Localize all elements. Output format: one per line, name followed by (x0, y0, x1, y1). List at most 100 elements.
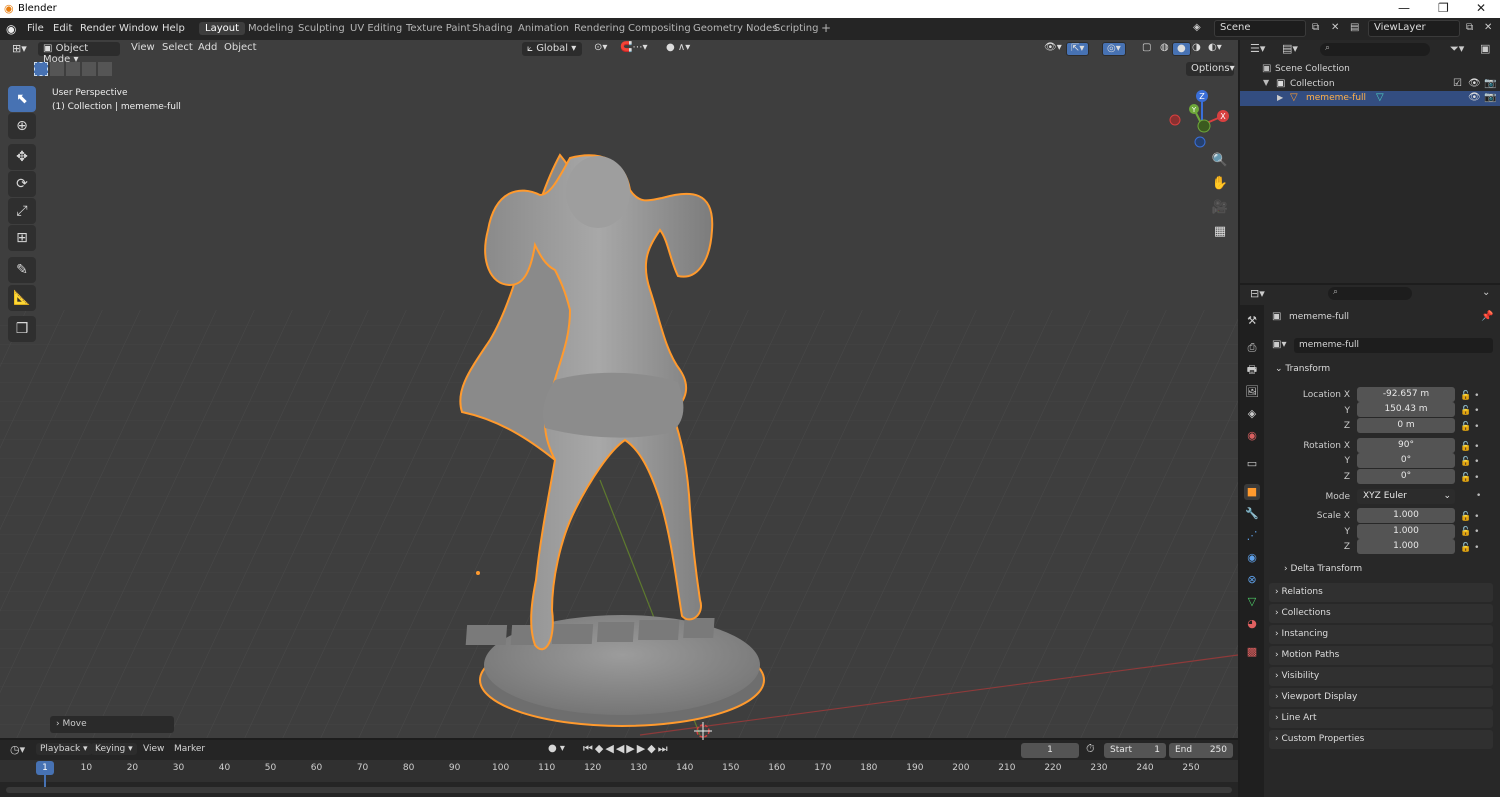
collection-tab-icon[interactable]: ▭ (1244, 456, 1260, 472)
select-intersect-icon[interactable] (98, 62, 112, 76)
panel-visibility[interactable]: › Visibility (1269, 667, 1493, 686)
wireframe-shading-icon[interactable]: ◍ (1156, 42, 1173, 56)
lock-location-y-icon[interactable]: 🔓 • (1460, 404, 1479, 419)
render-camera-icon[interactable]: 📷 (1484, 92, 1496, 103)
select-box-tool-icon[interactable]: ⬉ (8, 86, 36, 112)
physics-tab-icon[interactable]: ◉ (1244, 550, 1260, 566)
constraints-tab-icon[interactable]: ⊗ (1244, 572, 1260, 588)
current-frame-field[interactable]: 1 (1021, 743, 1079, 758)
view-layer-tab-icon[interactable]: 🖼 (1244, 384, 1260, 400)
view-layer-icon[interactable]: ▤ (1350, 22, 1359, 33)
cursor-tool-icon[interactable]: ⊕ (8, 113, 36, 139)
menu-view[interactable]: View (127, 42, 159, 56)
menu-select[interactable]: Select (158, 42, 197, 56)
keyframe-mode-dot[interactable]: • (1476, 491, 1481, 501)
pan-hand-icon[interactable]: ✋ (1210, 174, 1230, 194)
lock-scale-z-icon[interactable]: 🔓 • (1460, 541, 1479, 556)
select-subtract-icon[interactable] (66, 62, 80, 76)
rotate-tool-icon[interactable]: ⟳ (8, 171, 36, 197)
outliner-row-mememe-full[interactable]: ▶ ▽ mememe-full ▽ 👁 📷 (1240, 91, 1500, 106)
lock-rotation-z-icon[interactable]: 🔓 • (1460, 471, 1479, 486)
clock-icon[interactable]: ⏱ (1086, 742, 1095, 756)
move-tool-icon[interactable]: ✥ (8, 144, 36, 170)
add-workspace-button[interactable]: + (815, 20, 837, 36)
lock-rotation-y-icon[interactable]: 🔓 • (1460, 455, 1479, 470)
properties-editor-type-icon[interactable]: ⊟▾ (1250, 287, 1265, 300)
timeline-view-menu[interactable]: View (143, 744, 164, 754)
add-cube-tool-icon[interactable]: ❒ (8, 316, 36, 342)
overlay-toggle-icon[interactable]: ◎▾ (1102, 42, 1126, 56)
ortho-grid-icon[interactable]: ▦ (1210, 222, 1230, 242)
delete-view-layer-icon[interactable]: ✕ (1484, 22, 1492, 33)
chevron-down-icon[interactable]: ⌄ (1482, 287, 1490, 298)
menu-add[interactable]: Add (194, 42, 221, 56)
tool-tab-icon[interactable]: ⚒ (1244, 313, 1260, 329)
lock-location-x-icon[interactable]: 🔓 • (1460, 389, 1479, 404)
object-name-field[interactable]: mememe-full (1294, 338, 1493, 353)
select-extend-icon[interactable] (50, 62, 64, 76)
scale-tool-icon[interactable]: ⤢ (8, 198, 36, 224)
panel-instancing[interactable]: › Instancing (1269, 625, 1493, 644)
tab-animation[interactable]: Animation (512, 22, 575, 35)
lock-location-z-icon[interactable]: 🔓 • (1460, 420, 1479, 435)
play-reverse-icon[interactable]: ◀ (616, 742, 626, 755)
lock-rotation-x-icon[interactable]: 🔓 • (1460, 440, 1479, 455)
end-frame-field[interactable]: End 250 (1169, 743, 1233, 758)
properties-search-input[interactable]: ⌕ (1328, 287, 1412, 300)
mesh-data-tab-icon[interactable]: ▽ (1244, 594, 1260, 610)
play-icon[interactable]: ▶ (626, 742, 636, 755)
zoom-icon[interactable]: 🔍 (1210, 151, 1230, 171)
location-y-field[interactable]: 150.43 m (1357, 402, 1455, 417)
mode-selector[interactable]: ▣ Object Mode ▾ (38, 42, 120, 65)
visibility-icon[interactable]: 👁▾ (1040, 42, 1066, 56)
timeline-editor-type-icon[interactable]: ◷▾ (10, 743, 25, 756)
playback-menu[interactable]: Playback ▾ (36, 743, 92, 755)
prev-keyframe-icon[interactable]: ◆◀ (595, 742, 616, 755)
tab-sculpting[interactable]: Sculpting (292, 22, 351, 35)
eye-icon[interactable]: 👁 (1468, 92, 1481, 103)
close-button[interactable]: ✕ (1476, 1, 1486, 15)
panel-relations[interactable]: › Relations (1269, 583, 1493, 602)
view-layer-selector[interactable]: ViewLayer (1368, 20, 1460, 37)
modifier-tab-icon[interactable]: 🔧 (1244, 506, 1260, 522)
eye-icon[interactable]: 👁 (1468, 78, 1481, 89)
maximize-button[interactable]: ❐ (1438, 1, 1449, 15)
blender-menu-icon[interactable]: ◉ (6, 22, 16, 36)
particles-tab-icon[interactable]: ⋰ (1244, 528, 1260, 544)
outliner-row-scene-collection[interactable]: ▣ Scene Collection (1240, 62, 1500, 77)
menu-help[interactable]: Help (162, 23, 185, 34)
options-button[interactable]: Options▾ (1186, 62, 1235, 76)
material-shading-icon[interactable]: ◑ (1188, 42, 1205, 56)
object-type-icon[interactable]: ▣▾ (1272, 339, 1286, 350)
navigation-gizmo[interactable]: Z X Y (1162, 86, 1234, 150)
menu-window[interactable]: Window (119, 23, 158, 34)
orientation-selector[interactable]: ⟀ Global ▾ (522, 42, 582, 56)
rendered-shading-icon[interactable]: ◐▾ (1204, 42, 1226, 56)
timeline-marker-menu[interactable]: Marker (174, 744, 205, 754)
rotation-y-field[interactable]: 0° (1357, 453, 1455, 468)
chevron-down-icon[interactable]: ▼ (1263, 78, 1269, 87)
lock-scale-x-icon[interactable]: 🔓 • (1460, 510, 1479, 525)
panel-motion-paths[interactable]: › Motion Paths (1269, 646, 1493, 665)
annotate-tool-icon[interactable]: ✎ (8, 257, 36, 283)
keying-menu[interactable]: Keying ▾ (91, 743, 137, 755)
panel-line-art[interactable]: › Line Art (1269, 709, 1493, 728)
pin-icon[interactable]: 📌 (1481, 311, 1493, 322)
outliner-row-collection[interactable]: ▼ ▣ Collection ☑ 👁 📷 (1240, 77, 1500, 92)
panel-viewport-display[interactable]: › Viewport Display (1269, 688, 1493, 707)
outliner-editor-type-icon[interactable]: ☰▾ (1250, 42, 1265, 55)
display-mode-icon[interactable]: ▤▾ (1282, 42, 1298, 55)
editor-type-icon[interactable]: ⊞▾ (8, 42, 31, 56)
snap-icon[interactable]: 🧲⋯▾ (616, 42, 651, 56)
transform-tool-icon[interactable]: ⊞ (8, 225, 36, 251)
menu-object[interactable]: Object (220, 42, 261, 56)
gizmo-toggle-icon[interactable]: ⇱▾ (1066, 42, 1090, 56)
tab-compositing[interactable]: Compositing (622, 22, 697, 35)
scale-y-field[interactable]: 1.000 (1357, 524, 1455, 539)
menu-render[interactable]: Render (80, 23, 116, 34)
output-tab-icon[interactable]: 🖶 (1244, 362, 1260, 378)
rotation-x-field[interactable]: 90° (1357, 438, 1455, 453)
object-tab-icon[interactable]: ■ (1244, 484, 1260, 500)
xray-icon[interactable]: ▢ (1138, 42, 1155, 56)
jump-end-icon[interactable]: ⏭ (658, 742, 670, 755)
